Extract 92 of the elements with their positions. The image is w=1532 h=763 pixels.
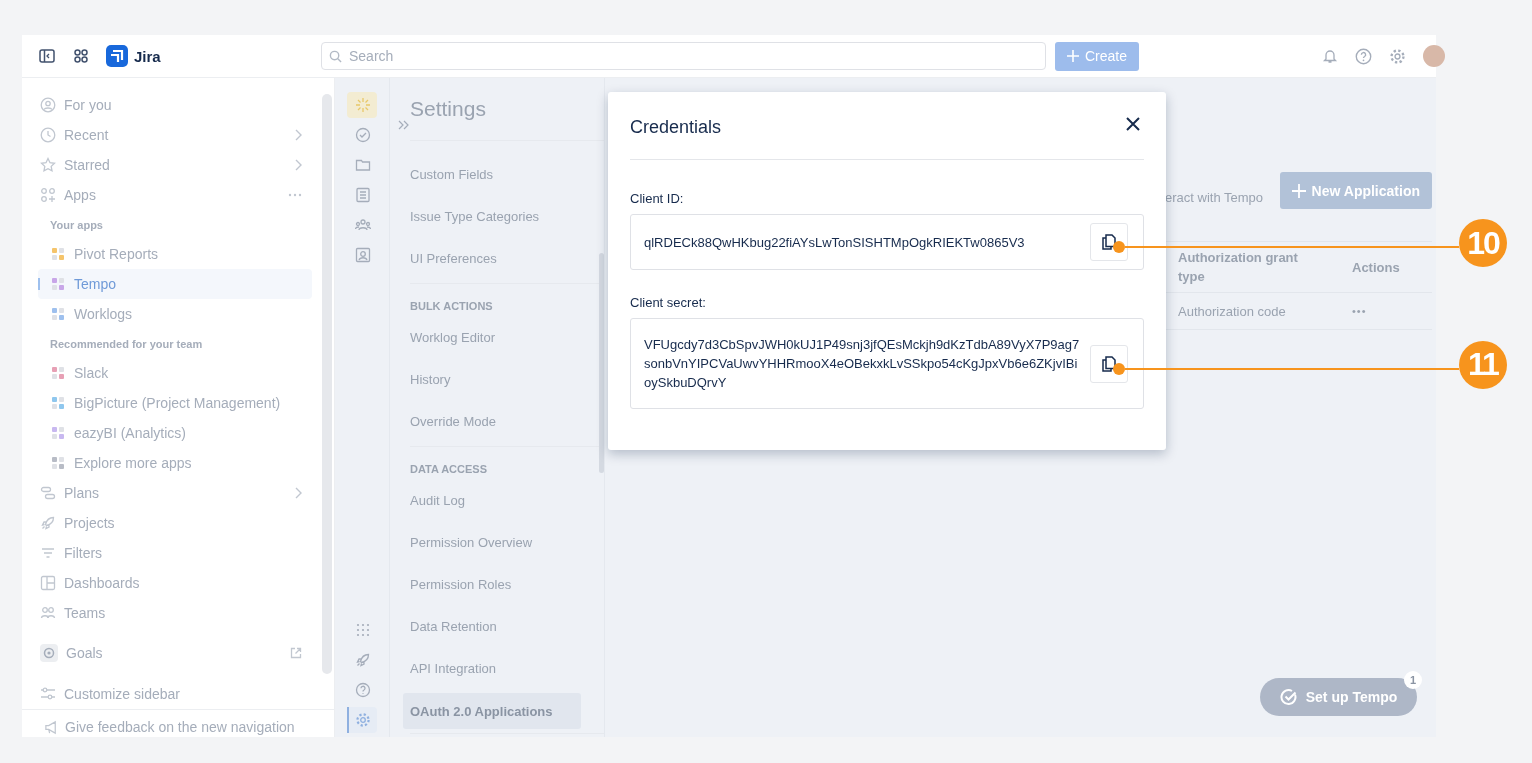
section-heading: DATA ACCESS — [410, 462, 488, 477]
apps-icon — [40, 187, 56, 203]
app-logo-icon[interactable] — [347, 92, 377, 118]
scrollbar[interactable] — [599, 253, 604, 473]
star-icon — [40, 157, 56, 173]
settings-nav-item[interactable]: Issue Type Categories — [403, 195, 581, 237]
sidebar-item[interactable]: Apps — [38, 180, 312, 210]
section-heading: Recommended for your team — [49, 336, 204, 352]
more-actions-button[interactable]: ••• — [1342, 305, 1432, 317]
chevron-right-icon — [294, 129, 302, 141]
settings-icon[interactable] — [347, 707, 377, 733]
sidebar-item[interactable]: Dashboards — [38, 568, 312, 598]
settings-nav-item[interactable]: Worklog Editor — [403, 316, 581, 358]
notifications-icon[interactable] — [1322, 48, 1338, 64]
sidebar-item[interactable]: Customize sidebar — [38, 679, 312, 709]
sidebar-item[interactable]: Filters — [38, 538, 312, 568]
sidebar-app-item[interactable]: Slack — [38, 358, 312, 388]
intro-text: eract with Tempo — [1165, 190, 1264, 205]
settings-nav-item[interactable]: UI Preferences — [403, 237, 581, 279]
sidebar-app-item[interactable]: Explore more apps — [38, 448, 312, 478]
app-icon — [50, 276, 66, 292]
sidebar-item[interactable]: Recent — [38, 120, 312, 150]
copy-button[interactable] — [1090, 223, 1128, 261]
app-icon — [50, 306, 66, 322]
settings-nav-item[interactable]: History — [403, 358, 581, 400]
target-icon — [40, 644, 58, 662]
more-icon — [288, 193, 302, 197]
settings-nav-item[interactable]: Permission Overview — [403, 521, 581, 563]
copy-icon — [1102, 234, 1116, 250]
column-header: Authorization grant type — [1178, 249, 1299, 286]
settings-nav-item[interactable]: Custom Fields — [403, 153, 581, 195]
chevron-right-icon — [294, 159, 302, 171]
settings-nav-item[interactable]: Data Retention — [403, 605, 581, 647]
settings-nav-item[interactable]: API Integration — [403, 647, 581, 689]
plus-icon — [1291, 183, 1306, 198]
callout-badge: 11 — [1459, 340, 1507, 389]
table-cell-text: Authorization code — [1178, 302, 1287, 321]
sidebar-app-item[interactable]: Worklogs — [38, 299, 312, 329]
sidebar-item[interactable]: Teams — [38, 598, 312, 628]
copy-icon — [1102, 355, 1116, 372]
clock-icon — [40, 127, 56, 143]
avatar[interactable] — [1423, 45, 1445, 67]
settings-icon[interactable] — [1389, 47, 1406, 65]
plans-icon — [40, 485, 56, 501]
product-name[interactable]: Jira — [134, 47, 161, 65]
app-icon — [50, 395, 66, 411]
jira-logo-icon[interactable] — [106, 45, 128, 67]
callout-badge: 10 — [1459, 219, 1507, 267]
sliders-icon — [40, 686, 56, 702]
app-icon — [50, 455, 66, 471]
settings-nav-item[interactable]: Permission Roles — [403, 563, 581, 605]
sidebar-app-item[interactable]: BigPicture (Project Management) — [38, 388, 312, 418]
check-icon — [1279, 688, 1298, 706]
sidebar-app-item[interactable]: eazyBI (Analytics) — [38, 418, 312, 448]
column-header: Actions — [1352, 259, 1401, 275]
sidebar-item[interactable]: Starred — [38, 150, 312, 180]
filter-icon — [40, 545, 56, 561]
app-icon — [50, 425, 66, 441]
feedback-link[interactable]: Give feedback on the new navigation — [22, 709, 334, 737]
search-field[interactable]: Search — [321, 42, 1046, 70]
sidebar-item[interactable]: Plans — [38, 478, 312, 508]
settings-nav-item[interactable]: Audit Log — [403, 479, 581, 521]
plus-icon — [1067, 50, 1079, 62]
megaphone-icon — [44, 719, 59, 735]
dashboard-icon — [40, 575, 56, 591]
help-icon[interactable] — [1355, 47, 1372, 65]
section-heading: Your apps — [49, 217, 104, 233]
team-icon — [40, 605, 56, 621]
settings-title: Settings — [410, 97, 486, 121]
settings-nav-item[interactable]: OAuth 2.0 Applications — [403, 693, 581, 729]
sidebar-item[interactable]: Projects — [38, 508, 312, 538]
rocket-icon — [40, 515, 56, 531]
credential-field[interactable]: VFUgcdy7d3CbSpvJWH0kUJ1P49snj3jfQEsMckjh9dKzTdbA89VyX7P9ag7sonbVnYIPCVaUwvYHHRmooX4eOBekxkLvSSkpo54cKgJpxVb6e6ZKjvIBioySkbuDQrvY — [630, 318, 1144, 409]
person-icon — [40, 97, 56, 113]
dialog-title: Credentials — [630, 115, 722, 138]
credential-field[interactable]: qlRDECk88QwHKbug22fiAYsLwTonSISHTMpOgkRIEKTw0865V3 — [630, 214, 1144, 270]
sidebar-app-item[interactable]: Tempo — [38, 269, 312, 299]
sidebar-item[interactable]: Goals — [38, 638, 312, 668]
external-link-icon — [290, 647, 302, 659]
create-button[interactable]: Create — [1055, 41, 1139, 71]
sidebar-app-item[interactable]: Pivot Reports — [38, 239, 312, 269]
field-label: Client ID: — [630, 191, 685, 206]
app-icon — [50, 246, 66, 262]
field-label: Client secret: — [630, 295, 707, 310]
new-application-button[interactable]: New Application — [1279, 172, 1432, 209]
copy-button[interactable] — [1090, 344, 1128, 383]
chevron-right-icon — [294, 487, 302, 499]
settings-nav-item[interactable]: Override Mode — [403, 400, 581, 442]
notification-badge: 1 — [1404, 671, 1422, 689]
section-heading: BULK ACTIONS — [410, 299, 494, 314]
app-icon — [50, 365, 66, 381]
sidebar-item[interactable]: For you — [38, 90, 312, 120]
